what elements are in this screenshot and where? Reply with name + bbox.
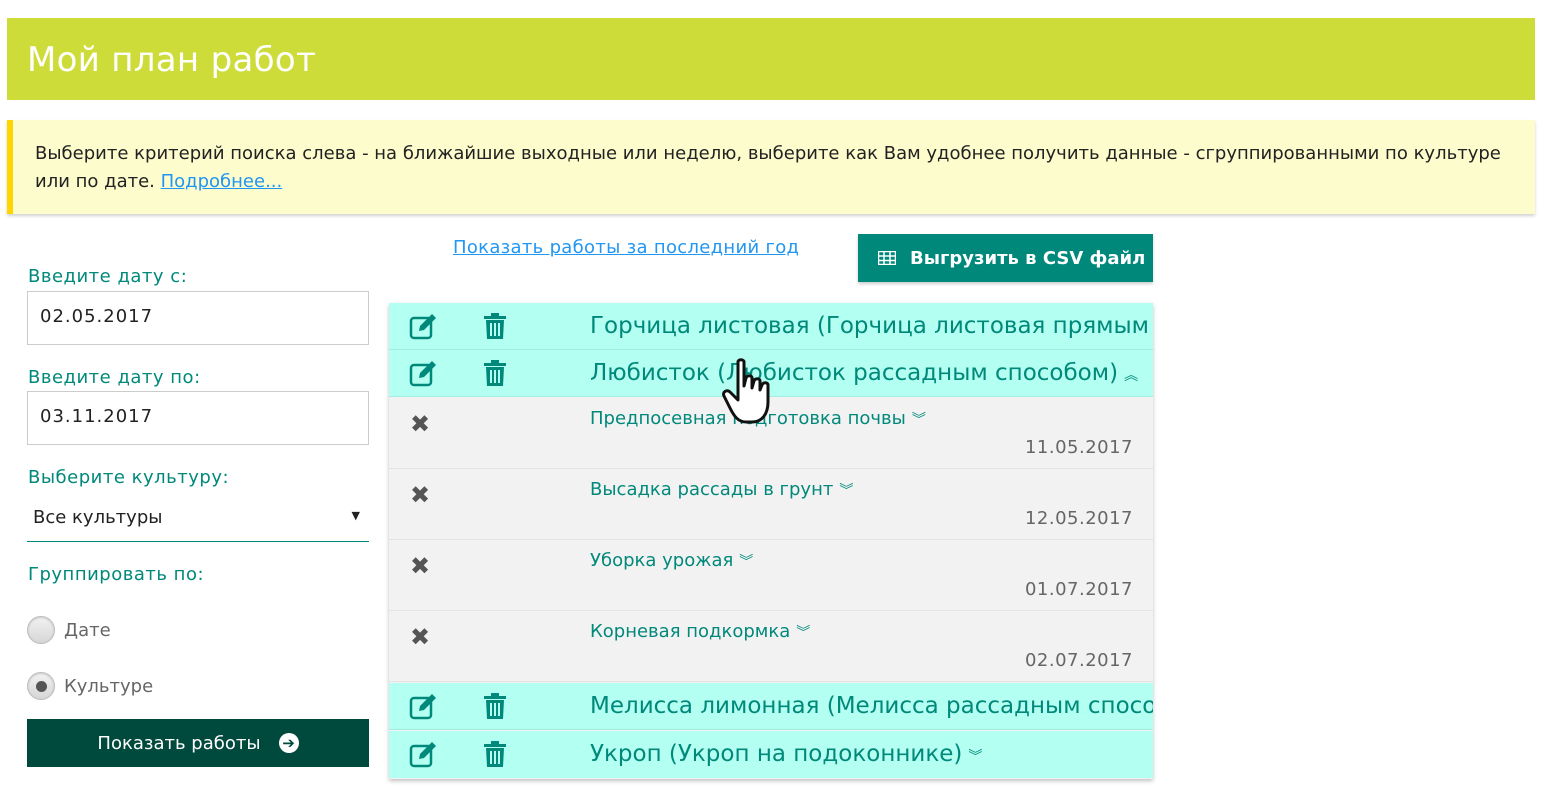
radio-crop-label: Культуре <box>64 675 154 697</box>
crop-name-text: Любисток (Любисток рассадным способом) <box>590 360 1119 386</box>
date-from-label: Введите дату с: <box>28 266 188 287</box>
group-by-crop-option[interactable]: Культуре <box>27 672 153 700</box>
trash-icon[interactable] <box>483 312 507 340</box>
radio-crop[interactable] <box>27 672 55 700</box>
work-row[interactable]: ✖ Высадка рассады в грунт ︾ 12.05.2017 <box>389 469 1153 540</box>
page-title: Мой план работ <box>27 40 317 80</box>
work-name[interactable]: Корневая подкормка ︾ <box>590 621 810 642</box>
chevron-down-icon[interactable]: ︾ <box>912 412 926 428</box>
edit-icon[interactable] <box>409 692 439 720</box>
crop-name-text: Укроп (Укроп на подоконнике) <box>590 741 963 767</box>
crop-select[interactable]: Все культуры ▼ <box>27 497 369 542</box>
show-works-button[interactable]: Показать работы ➔ <box>27 719 369 767</box>
work-name[interactable]: Уборка урожая ︾ <box>590 550 753 571</box>
crop-name[interactable]: Мелисса лимонная (Мелисса рассадным спос… <box>590 693 1153 719</box>
crop-row[interactable]: Горчица листовая (Горчица листовая прямы… <box>389 303 1153 350</box>
date-from-input[interactable]: 02.05.2017 <box>27 291 369 345</box>
crop-select-value: Все культуры <box>33 507 163 528</box>
chevron-down-icon[interactable]: ︾ <box>839 483 853 499</box>
group-by-date-option[interactable]: Дате <box>27 616 111 644</box>
remove-icon[interactable]: ✖ <box>410 623 430 651</box>
work-date: 12.05.2017 <box>1024 508 1133 529</box>
remove-icon[interactable]: ✖ <box>410 552 430 580</box>
export-csv-button[interactable]: Выгрузить в CSV файл <box>858 234 1153 282</box>
work-date: 01.07.2017 <box>1024 579 1133 600</box>
work-date: 11.05.2017 <box>1024 437 1133 458</box>
trash-icon[interactable] <box>483 692 507 720</box>
crop-select-label: Выберите культуру: <box>28 467 230 488</box>
show-works-label: Показать работы <box>97 732 261 754</box>
export-csv-label: Выгрузить в CSV файл <box>910 247 1146 269</box>
crop-row[interactable]: Мелисса лимонная (Мелисса рассадным спос… <box>389 683 1153 730</box>
radio-date[interactable] <box>27 616 55 644</box>
trash-icon[interactable] <box>483 359 507 387</box>
chevron-down-icon[interactable]: ︾ <box>796 625 810 641</box>
remove-icon[interactable]: ✖ <box>410 410 430 438</box>
info-notice: Выберите критерий поиска слева - на ближ… <box>7 120 1535 214</box>
trash-icon[interactable] <box>483 740 507 768</box>
crop-row[interactable]: Укроп (Укроп на подоконнике) ︾ <box>389 731 1153 778</box>
hand-cursor-icon <box>722 358 770 424</box>
work-row[interactable]: ✖ Корневая подкормка ︾ 02.07.2017 <box>389 611 1153 682</box>
work-name-text: Уборка урожая <box>590 550 734 571</box>
table-icon <box>878 251 896 265</box>
chevron-up-icon[interactable]: ︽ <box>1124 368 1138 384</box>
work-name-text: Высадка рассады в грунт <box>590 479 834 500</box>
work-name-text: Корневая подкормка <box>590 621 791 642</box>
edit-icon[interactable] <box>409 312 439 340</box>
work-date: 02.07.2017 <box>1024 650 1133 671</box>
page-header: Мой план работ <box>7 18 1535 100</box>
chevron-down-icon[interactable]: ︾ <box>739 554 753 570</box>
group-by-label: Группировать по: <box>28 564 205 585</box>
last-year-link[interactable]: Показать работы за последний год <box>453 237 799 258</box>
edit-icon[interactable] <box>409 740 439 768</box>
dropdown-arrow-icon: ▼ <box>351 509 360 522</box>
remove-icon[interactable]: ✖ <box>410 481 430 509</box>
radio-date-label: Дате <box>64 619 111 641</box>
date-to-input[interactable]: 03.11.2017 <box>27 391 369 445</box>
more-info-link[interactable]: Подробнее... <box>161 171 283 192</box>
chevron-down-icon[interactable]: ︾ <box>968 749 982 765</box>
edit-icon[interactable] <box>409 359 439 387</box>
work-name[interactable]: Высадка рассады в грунт ︾ <box>590 479 853 500</box>
date-to-label: Введите дату по: <box>28 367 201 388</box>
crop-name[interactable]: Укроп (Укроп на подоконнике) ︾ <box>590 741 982 767</box>
crop-name[interactable]: Горчица листовая (Горчица листовая прямы… <box>590 313 1153 339</box>
work-row[interactable]: ✖ Уборка урожая ︾ 01.07.2017 <box>389 540 1153 611</box>
arrow-right-circle-icon: ➔ <box>278 733 299 753</box>
crop-name[interactable]: Любисток (Любисток рассадным способом) ︽ <box>590 360 1138 386</box>
